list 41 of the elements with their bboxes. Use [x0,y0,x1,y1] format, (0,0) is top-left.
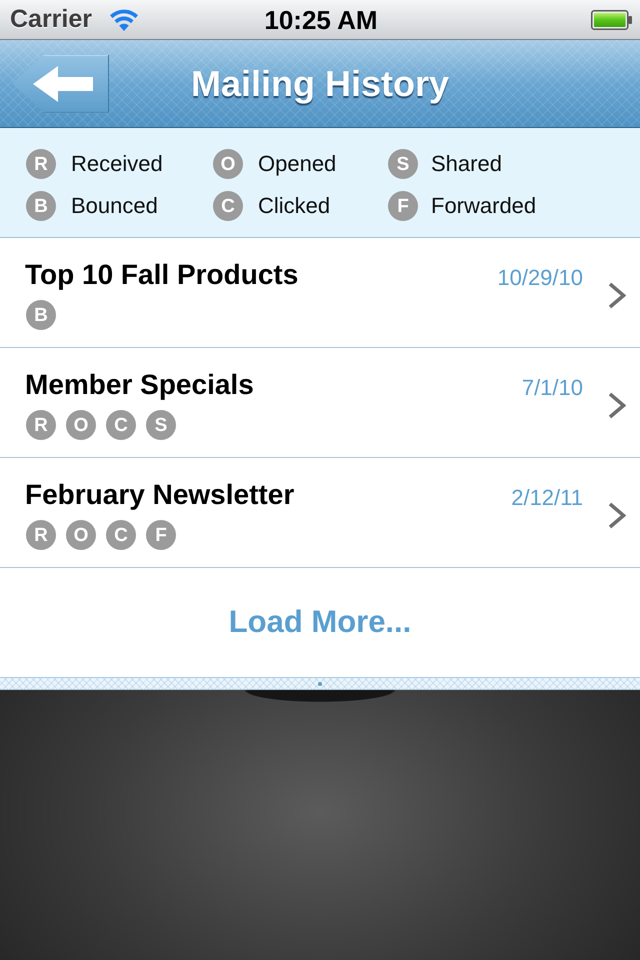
mailing-title: Member Specials [25,368,255,402]
battery-icon [591,10,632,30]
carrier-label: Carrier [10,7,92,32]
status-code-badge: O [213,149,243,179]
mailing-list-item[interactable]: Top 10 Fall Products B 10/29/10 [0,238,640,348]
status-code-badge: F [146,520,176,550]
status-code-badge: F [388,191,418,221]
mailing-list-item[interactable]: Member Specials R O C S 7/1/10 [0,348,640,458]
chevron-right-icon [608,392,626,419]
legend-label: Forwarded [431,195,536,217]
status-code-badge: C [213,191,243,221]
legend-label: Received [71,153,163,175]
legend-label: Opened [258,153,336,175]
status-code-badge: C [106,410,136,440]
status-code-badge: R [26,410,56,440]
mailing-title: February Newsletter [25,478,296,512]
status-code-badge: O [66,520,96,550]
legend-label: Shared [431,153,502,175]
status-code-badge: S [146,410,176,440]
legend-label: Bounced [71,195,158,217]
back-button[interactable] [12,54,109,112]
mailing-list-item[interactable]: February Newsletter R O C F 2/12/11 [0,458,640,568]
chevron-right-icon [608,282,626,309]
chevron-right-icon [608,502,626,529]
left-arrow-icon [33,66,93,102]
status-code-badge: B [26,191,56,221]
status-code-badge: C [106,520,136,550]
page-dot-icon [318,682,322,686]
screen-title: Mailing History [190,66,450,102]
clock-time: 10:25 AM [264,6,378,32]
status-code-badge: B [26,300,56,330]
status-code-badge: O [66,410,96,440]
status-code-badge: R [26,520,56,550]
mailing-title: Top 10 Fall Products [25,258,300,292]
status-code-badge: R [26,149,56,179]
legend-label: Clicked [258,195,330,217]
status-code-badge: S [388,149,418,179]
mailing-date: 7/1/10 [522,375,583,401]
mailing-date: 10/29/10 [497,265,583,291]
mailing-date: 2/12/11 [511,485,583,511]
wifi-icon [110,8,138,30]
